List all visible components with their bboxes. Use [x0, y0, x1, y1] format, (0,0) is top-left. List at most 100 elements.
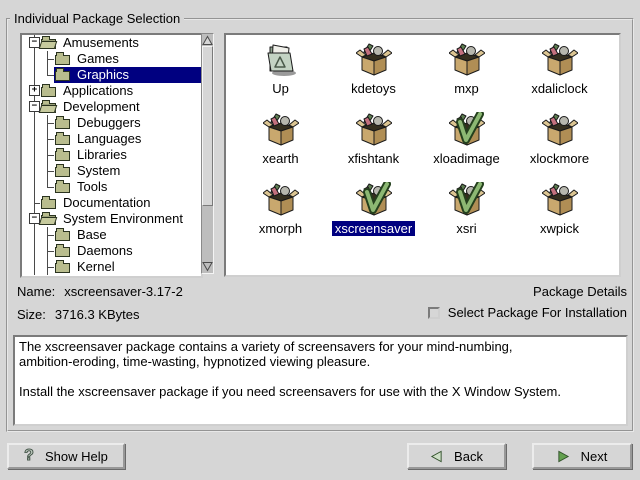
package-grid: Up	[224, 33, 621, 277]
category-tree[interactable]: Amusements Games Graphics	[20, 33, 203, 278]
tree-row-body[interactable]: System Environment	[40, 211, 201, 227]
next-button[interactable]: Next	[532, 443, 632, 469]
package-icon[interactable]	[354, 180, 394, 220]
tree-connector	[22, 195, 40, 211]
next-arrow-icon	[557, 450, 570, 463]
package-item[interactable]: xscreensaver	[327, 180, 420, 250]
package-icon[interactable]	[447, 180, 487, 220]
tree-row-body[interactable]: System	[54, 163, 201, 179]
folder-icon	[55, 263, 70, 273]
tree-item-label: Base	[74, 227, 110, 243]
select-package-checkbox[interactable]	[428, 307, 440, 319]
tree-row-body[interactable]: Development	[40, 99, 201, 115]
package-icon[interactable]	[261, 40, 301, 80]
tree-connector	[22, 83, 40, 99]
tree-expander-icon[interactable]	[29, 37, 40, 48]
package-box-icon	[356, 112, 392, 148]
tree-row[interactable]: Debuggers	[22, 115, 201, 131]
tree-row-body[interactable]: Tools	[54, 179, 201, 195]
tree-row[interactable]: Kernel	[22, 259, 201, 275]
tree-connector	[22, 99, 40, 115]
tree-item-label: System	[74, 163, 123, 179]
package-label: xlockmore	[527, 151, 592, 166]
tree-row-body[interactable]: Graphics	[54, 67, 201, 83]
tree-expander-icon[interactable]	[29, 85, 40, 96]
package-item[interactable]: xdaliclock	[513, 40, 606, 110]
tree-child-connector	[40, 179, 54, 195]
package-label: xearth	[259, 151, 301, 166]
tree-row[interactable]: Applications	[22, 83, 201, 99]
package-icon[interactable]	[447, 110, 487, 150]
tree-row-body[interactable]: Documentation	[40, 195, 201, 211]
tree-row[interactable]: Languages	[22, 131, 201, 147]
tree-row[interactable]: Base	[22, 227, 201, 243]
tree-expander-icon[interactable]	[29, 101, 40, 112]
package-item[interactable]: mxp	[420, 40, 513, 110]
folder-icon	[55, 151, 70, 161]
selected-check-icon	[356, 182, 392, 218]
tree-row[interactable]: Documentation	[22, 195, 201, 211]
tree-row-body[interactable]: Applications	[40, 83, 201, 99]
tree-row[interactable]: Amusements	[22, 35, 201, 51]
package-icon[interactable]	[261, 110, 301, 150]
package-item[interactable]: xlockmore	[513, 110, 606, 180]
package-label: kdetoys	[348, 81, 399, 96]
package-icon[interactable]	[540, 40, 580, 80]
tree-row[interactable]: System	[22, 163, 201, 179]
show-help-label: Show Help	[45, 449, 108, 464]
package-item[interactable]: xsri	[420, 180, 513, 250]
package-item[interactable]: xmorph	[234, 180, 327, 250]
package-item[interactable]: xfishtank	[327, 110, 420, 180]
back-button[interactable]: Back	[407, 443, 506, 469]
package-label: xwpick	[537, 221, 582, 236]
package-box-icon	[542, 182, 578, 218]
select-package-row: Select Package For Installation	[428, 306, 627, 320]
tree-item-label: Tools	[74, 179, 110, 195]
tree-expander-icon[interactable]	[29, 213, 40, 224]
select-package-label[interactable]: Select Package For Installation	[448, 306, 627, 320]
show-help-button[interactable]: ? Show Help	[7, 443, 125, 469]
scrollbar-down-icon[interactable]	[202, 261, 213, 272]
scrollbar-up-icon[interactable]	[202, 35, 213, 46]
tree-row[interactable]: Daemons	[22, 243, 201, 259]
tree-row-body[interactable]: Languages	[54, 131, 201, 147]
folder-icon	[41, 199, 56, 209]
tree-row-body[interactable]: Base	[54, 227, 201, 243]
name-label: Name:	[17, 284, 55, 299]
package-item[interactable]: xwpick	[513, 180, 606, 250]
package-item[interactable]: kdetoys	[327, 40, 420, 110]
package-icon[interactable]	[261, 180, 301, 220]
package-label: xmorph	[256, 221, 305, 236]
name-row: Name:xscreensaver-3.17-2	[17, 285, 183, 299]
package-icon[interactable]	[447, 40, 487, 80]
folder-icon	[55, 135, 70, 145]
package-icon[interactable]	[354, 40, 394, 80]
package-icon[interactable]	[540, 110, 580, 150]
package-item[interactable]: xloadimage	[420, 110, 513, 180]
tree-connector	[22, 115, 40, 131]
tree-row-body[interactable]: Amusements	[40, 35, 201, 51]
tree-row[interactable]: Graphics	[22, 67, 201, 83]
next-label: Next	[581, 449, 608, 464]
tree-item-label: Documentation	[60, 195, 153, 211]
package-item[interactable]: Up	[234, 40, 327, 110]
tree-row[interactable]: Development	[22, 99, 201, 115]
tree-row-body[interactable]: Daemons	[54, 243, 201, 259]
package-selection-screen: Individual Package Selection Amusements …	[0, 0, 640, 480]
tree-row[interactable]: Libraries	[22, 147, 201, 163]
tree-row-body[interactable]: Games	[54, 51, 201, 67]
package-label: xfishtank	[345, 151, 402, 166]
tree-row[interactable]: Games	[22, 51, 201, 67]
package-icon[interactable]	[354, 110, 394, 150]
tree-item-label: Daemons	[74, 243, 136, 259]
scrollbar-thumb[interactable]	[202, 46, 213, 206]
tree-row-body[interactable]: Libraries	[54, 147, 201, 163]
package-item[interactable]: xearth	[234, 110, 327, 180]
tree-row[interactable]: Tools	[22, 179, 201, 195]
tree-scrollbar[interactable]	[201, 33, 214, 274]
tree-row[interactable]: System Environment	[22, 211, 201, 227]
tree-row-body[interactable]: Kernel	[54, 259, 201, 275]
folder-icon	[41, 215, 56, 225]
tree-row-body[interactable]: Debuggers	[54, 115, 201, 131]
package-icon[interactable]	[540, 180, 580, 220]
